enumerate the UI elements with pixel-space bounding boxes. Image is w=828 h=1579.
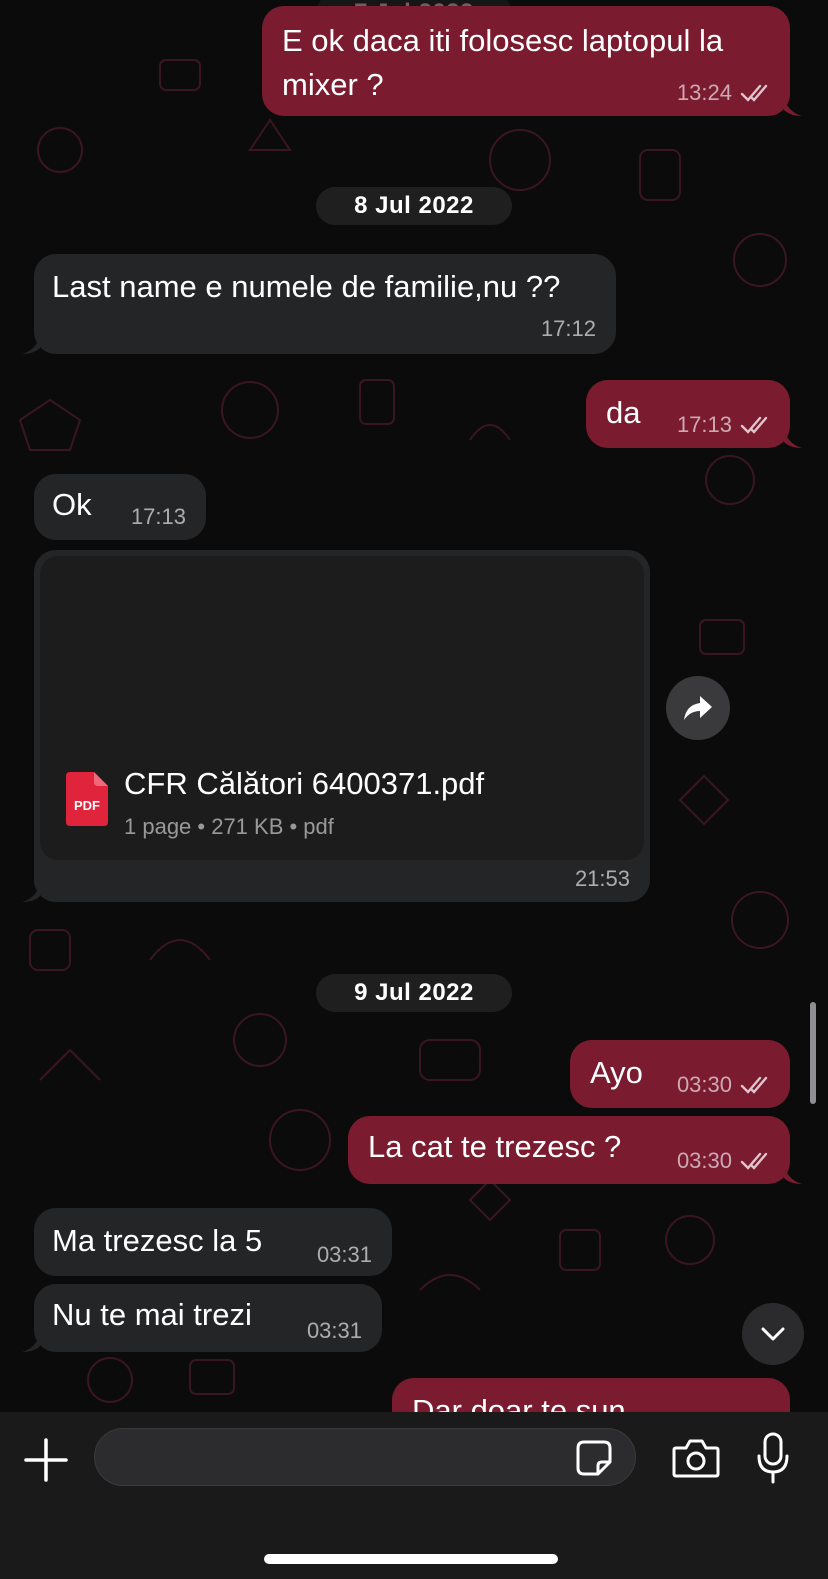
message-text: Last name e numele de familie,nu ?? [52, 269, 561, 304]
message-meta: 03:30 [677, 1072, 772, 1098]
message-bubble-document[interactable]: PDF CFR Călători 6400371.pdf 1 page • 27… [34, 550, 650, 902]
message-bubble-outgoing[interactable]: E ok daca iti folosesc laptopul la mixer… [262, 6, 790, 116]
sticker-icon[interactable] [576, 1440, 612, 1476]
bubble-tail [22, 336, 40, 354]
message-meta: 17:13 [131, 504, 186, 530]
message-meta: 17:13 [677, 412, 772, 438]
message-bubble-incoming[interactable]: Nu te mai trezi 03:31 [34, 1284, 382, 1352]
microphone-icon[interactable] [756, 1432, 790, 1484]
message-meta: 03:31 [307, 1318, 362, 1344]
message-meta: 17:12 [541, 316, 596, 342]
read-ticks-icon [740, 1152, 768, 1170]
message-text: La cat te trezesc ? [368, 1129, 622, 1164]
date-label: 9 Jul 2022 [354, 979, 474, 1006]
date-label: 8 Jul 2022 [354, 192, 474, 219]
document-preview[interactable]: PDF CFR Călători 6400371.pdf 1 page • 27… [40, 556, 644, 860]
message-time: 03:31 [316, 1242, 372, 1267]
pdf-icon-label: PDF [74, 798, 100, 813]
message-text: Nu te mai trezi [52, 1297, 252, 1332]
message-text: mixer ? [282, 67, 384, 102]
message-bubble-incoming[interactable]: Ma trezesc la 5 03:31 [34, 1208, 392, 1276]
read-ticks-icon [740, 84, 768, 102]
message-time: 17:13 [676, 412, 732, 437]
scroll-to-bottom-button[interactable] [742, 1303, 804, 1365]
chevron-down-icon [761, 1327, 785, 1341]
message-time: 03:30 [676, 1148, 732, 1173]
bubble-tail [784, 1166, 802, 1184]
message-meta: 03:30 [677, 1148, 772, 1174]
message-bubble-incoming[interactable]: Last name e numele de familie,nu ?? 17:1… [34, 254, 616, 354]
plus-icon[interactable] [22, 1436, 70, 1484]
read-ticks-icon [740, 416, 768, 434]
date-separator: 8 Jul 2022 [316, 187, 512, 225]
forward-arrow-icon [684, 696, 712, 720]
read-ticks-icon [740, 1076, 768, 1094]
message-text: da [606, 395, 641, 430]
home-indicator [264, 1554, 558, 1564]
message-text: E ok daca iti folosesc laptopul la [282, 23, 724, 58]
message-text: Ayo [590, 1055, 643, 1090]
pdf-file-icon: PDF [66, 772, 108, 826]
message-time: 17:13 [130, 504, 186, 529]
message-bubble-outgoing[interactable]: da 17:13 [586, 380, 790, 448]
message-time: 03:31 [306, 1318, 362, 1343]
bubble-tail [784, 98, 802, 116]
message-bubble-outgoing[interactable]: Ayo 03:30 [570, 1040, 790, 1108]
document-info: 1 page • 271 KB • pdf [124, 814, 334, 839]
message-bubble-incoming[interactable]: Ok 17:13 [34, 474, 206, 540]
camera-icon[interactable] [672, 1438, 720, 1478]
message-time: 13:24 [676, 80, 732, 105]
document-filename: CFR Călători 6400371.pdf [124, 766, 485, 801]
forward-button[interactable] [666, 676, 730, 740]
bubble-tail [784, 430, 802, 448]
message-time: 03:30 [676, 1072, 732, 1097]
message-time: 17:12 [540, 316, 596, 341]
message-meta: 21:53 [575, 866, 630, 892]
date-separator: 9 Jul 2022 [316, 974, 512, 1012]
bubble-tail [22, 884, 40, 902]
message-text: Ok [52, 487, 92, 522]
message-time: 21:53 [574, 866, 630, 891]
scrollbar[interactable] [810, 1002, 816, 1104]
message-meta: 13:24 [677, 80, 772, 106]
bubble-tail [22, 1334, 40, 1352]
message-text: Ma trezesc la 5 [52, 1223, 263, 1258]
message-bubble-outgoing[interactable]: La cat te trezesc ? 03:30 [348, 1116, 790, 1184]
message-meta: 03:31 [317, 1242, 372, 1268]
message-input[interactable] [94, 1428, 636, 1486]
